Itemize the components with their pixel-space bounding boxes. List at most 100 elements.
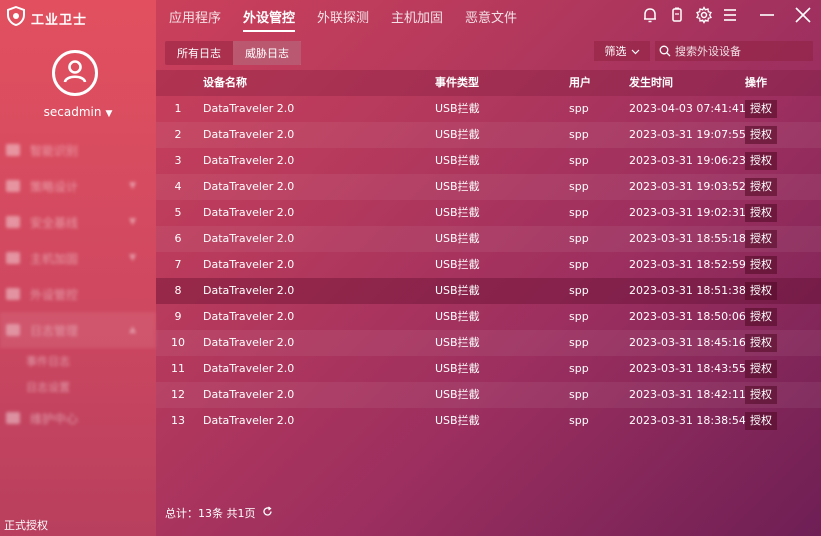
operation-cell: 授权 xyxy=(745,122,777,148)
operation-cell: 授权 xyxy=(745,252,777,278)
app-logo: 工业卫士 xyxy=(6,5,87,30)
user: spp xyxy=(569,284,589,297)
device-name: DataTraveler 2.0 xyxy=(203,310,295,323)
chevron-up-icon: ▲ xyxy=(129,325,136,335)
event-time: 2023-03-31 18:45:16 xyxy=(629,336,746,349)
authorize-button[interactable]: 授权 xyxy=(745,230,777,248)
menu-icon xyxy=(6,412,20,424)
operation-cell: 授权 xyxy=(745,356,777,382)
device-name: DataTraveler 2.0 xyxy=(203,388,295,401)
sidebar-item-4[interactable]: 主机加固 ▼ xyxy=(0,240,156,276)
header-operation: 操作 xyxy=(745,76,767,89)
authorize-button[interactable]: 授权 xyxy=(745,308,777,326)
table-row: 5 DataTraveler 2.0 USB拦截 spp 2023-03-31 19:0… xyxy=(156,200,821,226)
table-body: 1 DataTraveler 2.0 USB拦截 spp 2023-04-03 07:4… xyxy=(156,96,821,434)
device-name: DataTraveler 2.0 xyxy=(203,102,295,115)
event-time: 2023-03-31 18:38:54 xyxy=(629,414,746,427)
user-icon xyxy=(61,57,89,89)
sidebar-subitem-events[interactable]: 事件日志 xyxy=(0,348,156,374)
device-name: DataTraveler 2.0 xyxy=(203,232,295,245)
menu-icon xyxy=(6,180,20,192)
row-index: 7 xyxy=(174,258,182,271)
event-time: 2023-03-31 18:51:38 xyxy=(629,284,746,297)
operation-cell: 授权 xyxy=(745,382,777,408)
event-time: 2023-03-31 19:02:31 xyxy=(629,206,746,219)
tab-malicious-files[interactable]: 恶意文件 xyxy=(465,7,517,26)
close-icon[interactable] xyxy=(793,5,813,25)
tab-peripheral-control[interactable]: 外设管控 xyxy=(243,7,296,32)
event-type: USB拦截 xyxy=(435,258,480,271)
sidebar-item-5[interactable]: 外设管控 xyxy=(0,276,156,312)
search-box xyxy=(655,41,813,61)
sidebar: 工业卫士 secadmin ▼ 智能识别 策略设计 ▼ 安全基线 ▼ 主机加固 ▼ 外设… xyxy=(0,0,156,536)
sidebar-item-logs[interactable]: 日志管理 ▲ xyxy=(0,312,156,348)
filter-label: 筛选 xyxy=(604,45,627,58)
user-menu[interactable]: secadmin ▼ xyxy=(0,105,156,119)
bell-icon[interactable] xyxy=(640,5,660,25)
tab-applications[interactable]: 应用程序 xyxy=(169,7,221,26)
sidebar-item-maintenance[interactable]: 维护中心 xyxy=(0,400,156,436)
user: spp xyxy=(569,232,589,245)
refresh-icon[interactable] xyxy=(262,506,273,520)
header-event-type: 事件类型 xyxy=(435,76,479,89)
operation-cell: 授权 xyxy=(745,278,777,304)
table-row: 12 DataTraveler 2.0 USB拦截 spp 2023-03-31 18:… xyxy=(156,382,821,408)
search-icon xyxy=(659,42,671,61)
event-time: 2023-03-31 18:50:06 xyxy=(629,310,746,323)
device-name: DataTraveler 2.0 xyxy=(203,336,295,349)
chevron-down-icon: ▼ xyxy=(129,181,136,191)
authorize-button[interactable]: 授权 xyxy=(745,282,777,300)
header-time: 发生时间 xyxy=(629,76,673,89)
user: spp xyxy=(569,154,589,167)
event-type: USB拦截 xyxy=(435,362,480,375)
device-name: DataTraveler 2.0 xyxy=(203,154,295,167)
row-index: 5 xyxy=(174,206,182,219)
tab-host-hardening[interactable]: 主机加固 xyxy=(391,7,443,26)
sidebar-item-3[interactable]: 安全基线 ▼ xyxy=(0,204,156,240)
search-input[interactable] xyxy=(675,44,809,58)
gear-icon[interactable] xyxy=(694,5,714,25)
row-index: 4 xyxy=(174,180,182,193)
authorize-button[interactable]: 授权 xyxy=(745,386,777,404)
authorize-button[interactable]: 授权 xyxy=(745,204,777,222)
sidebar-subitem-settings[interactable]: 日志设置 xyxy=(0,374,156,400)
user: spp xyxy=(569,388,589,401)
menu-icon xyxy=(6,288,20,300)
authorize-button[interactable]: 授权 xyxy=(745,360,777,378)
authorize-button[interactable]: 授权 xyxy=(745,412,777,430)
filter-button[interactable]: 筛选 xyxy=(594,41,650,61)
minimize-icon[interactable] xyxy=(757,5,777,25)
row-index: 6 xyxy=(174,232,182,245)
sidebar-item-label: 安全基线 xyxy=(30,215,79,230)
authorize-button[interactable]: 授权 xyxy=(745,152,777,170)
event-type: USB拦截 xyxy=(435,102,480,115)
authorize-button[interactable]: 授权 xyxy=(745,126,777,144)
authorize-button[interactable]: 授权 xyxy=(745,334,777,352)
table-row: 3 DataTraveler 2.0 USB拦截 spp 2023-03-31 19:0… xyxy=(156,148,821,174)
authorize-button[interactable]: 授权 xyxy=(745,100,777,118)
event-time: 2023-03-31 19:07:55 xyxy=(629,128,746,141)
avatar[interactable] xyxy=(52,50,98,96)
toolbar: 所有日志 威胁日志 筛选 xyxy=(156,36,821,68)
device-name: DataTraveler 2.0 xyxy=(203,206,295,219)
sidebar-item-2[interactable]: 策略设计 ▼ xyxy=(0,168,156,204)
sidebar-item-label: 智能识别 xyxy=(30,143,79,158)
tab-threat-logs[interactable]: 威胁日志 xyxy=(233,41,301,65)
authorize-button[interactable]: 授权 xyxy=(745,178,777,196)
row-index: 12 xyxy=(171,388,185,401)
user: spp xyxy=(569,362,589,375)
operation-cell: 授权 xyxy=(745,226,777,252)
chevron-down-icon: ▼ xyxy=(129,253,136,263)
operation-cell: 授权 xyxy=(745,148,777,174)
event-type: USB拦截 xyxy=(435,180,480,193)
device-icon[interactable] xyxy=(667,5,687,25)
tab-all-logs[interactable]: 所有日志 xyxy=(165,41,233,65)
tab-outbound-detection[interactable]: 外联探测 xyxy=(317,7,369,26)
row-index: 2 xyxy=(174,128,182,141)
sidebar-item-1[interactable]: 智能识别 xyxy=(0,132,156,168)
table-row: 13 DataTraveler 2.0 USB拦截 spp 2023-03-31 18:… xyxy=(156,408,821,434)
user: spp xyxy=(569,336,589,349)
menu-icon[interactable] xyxy=(720,5,740,25)
authorize-button[interactable]: 授权 xyxy=(745,256,777,274)
device-name: DataTraveler 2.0 xyxy=(203,180,295,193)
